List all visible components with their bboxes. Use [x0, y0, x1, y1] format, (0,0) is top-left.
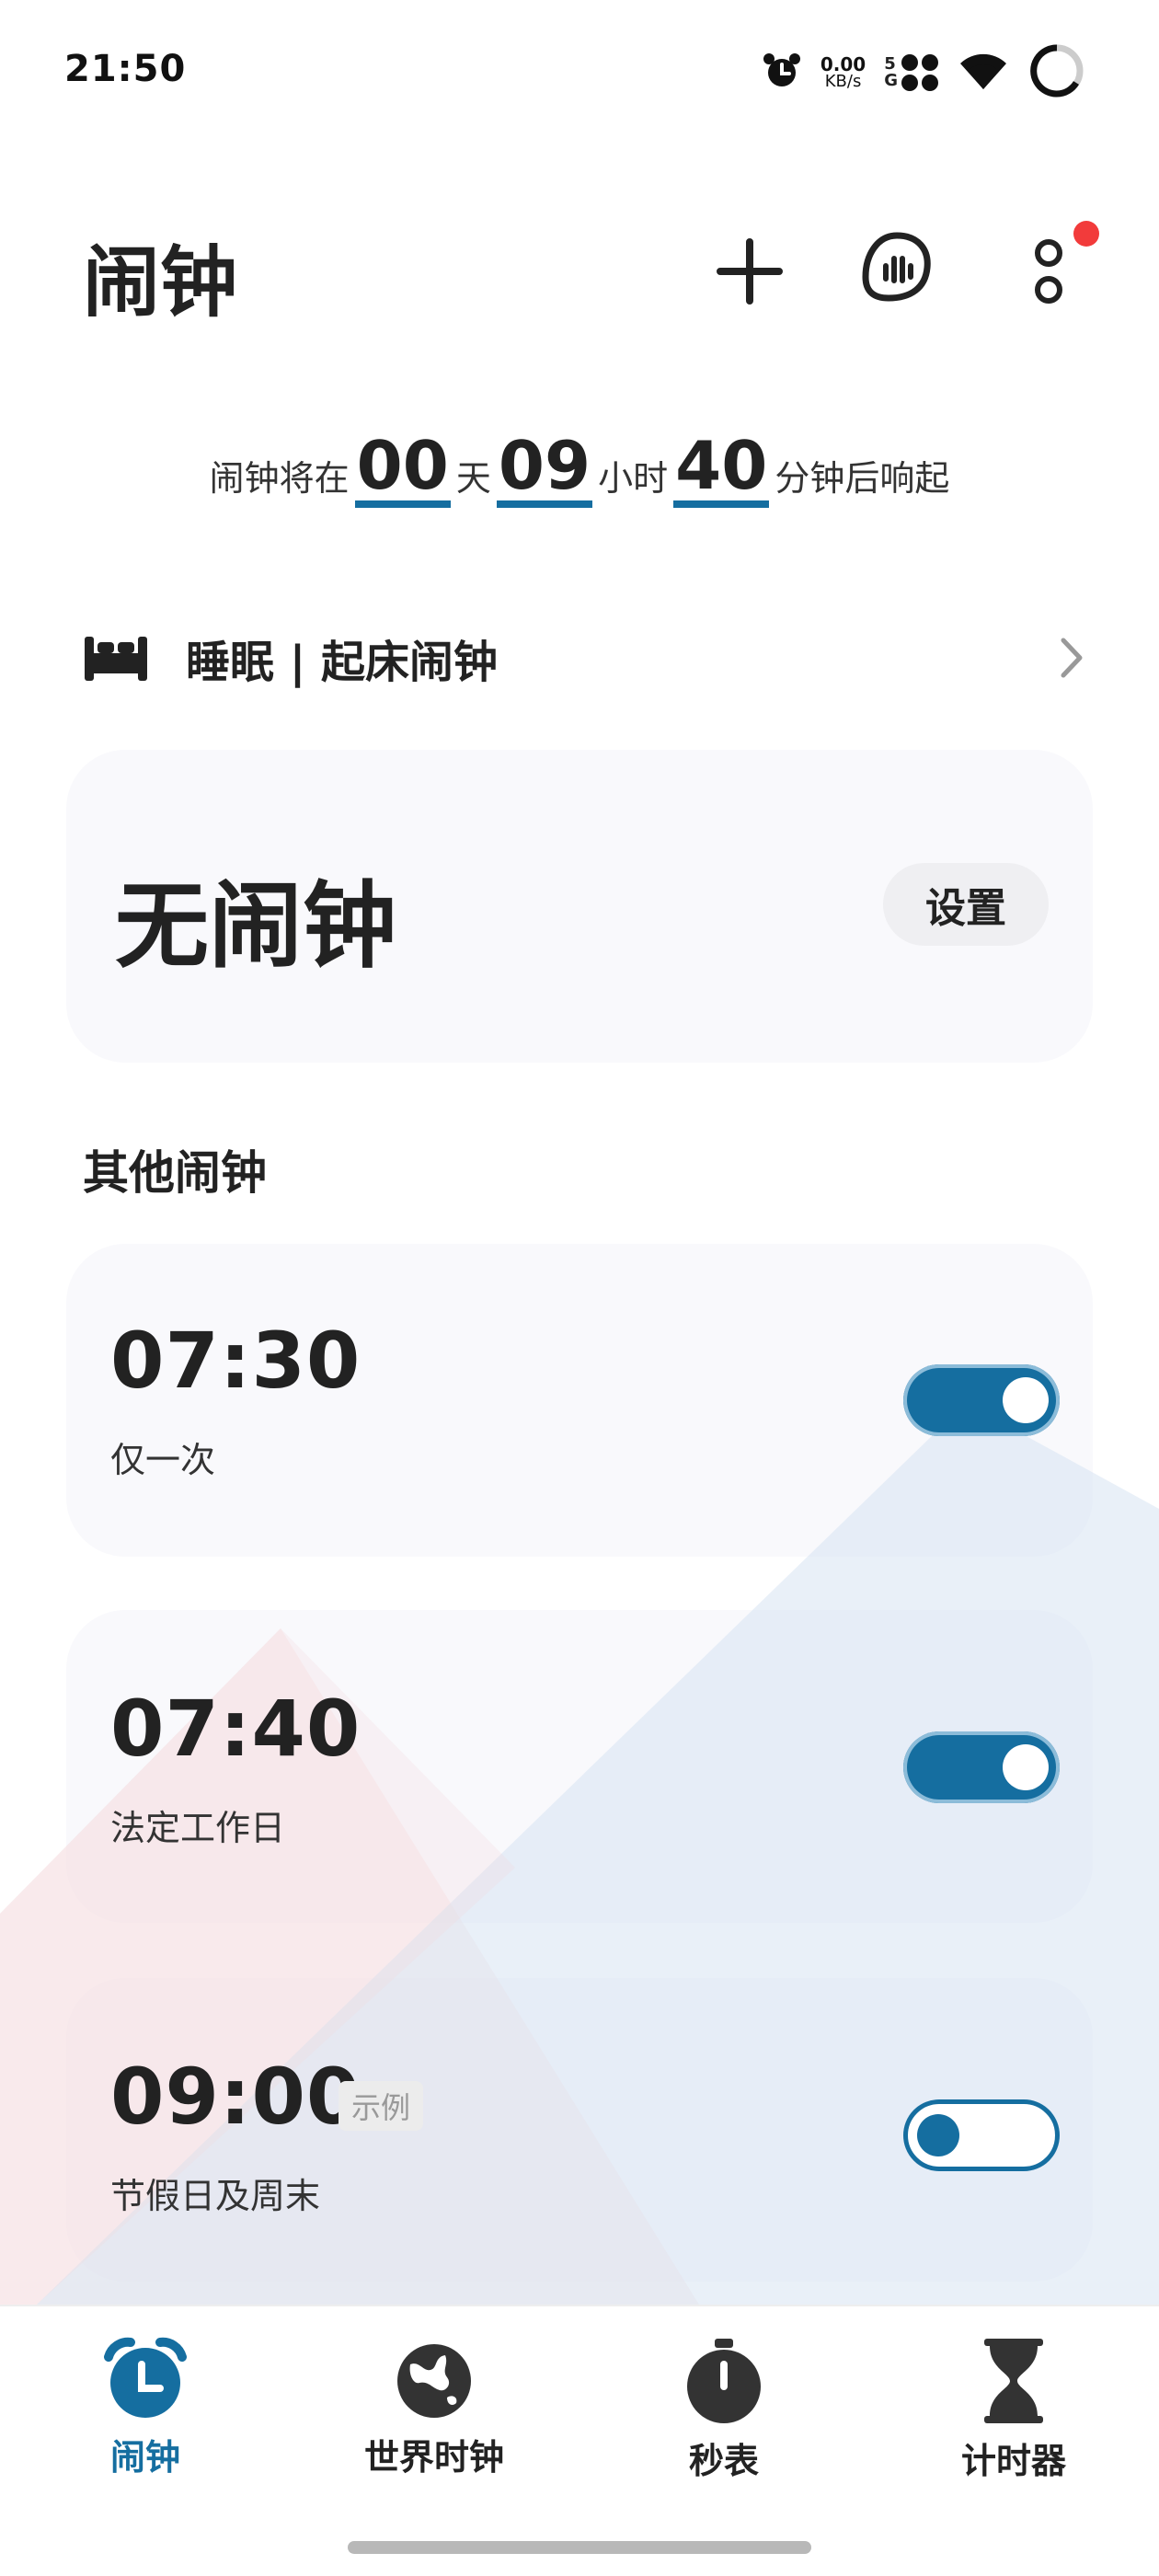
no-alarm-text: 无闹钟 [115, 872, 396, 982]
chevron-right-icon [1061, 638, 1083, 678]
toggle-knob [1003, 1744, 1049, 1790]
alarm-repeat: 节假日及周末 [110, 2176, 321, 2216]
countdown-hours: 09 [496, 432, 593, 508]
sleep-wake-label: 睡眠 | 起床闹钟 [186, 637, 498, 688]
alarm-toggle[interactable] [903, 1731, 1060, 1803]
alarm-icon [762, 51, 802, 95]
sleep-wake-row[interactable]: 睡眠 | 起床闹钟 [83, 616, 1085, 699]
nav-label: 计时器 [960, 2441, 1066, 2481]
nav-world-clock[interactable]: 世界时钟 [324, 2337, 545, 2479]
countdown-suffix: 分钟后响起 [775, 458, 950, 499]
voice-icon [862, 232, 931, 302]
alarm-time: 07:40 [110, 1684, 361, 1774]
nav-alarm[interactable]: 闹钟 [35, 2337, 256, 2479]
status-time: 21:50 [64, 48, 187, 90]
alarm-repeat: 法定工作日 [110, 1808, 286, 1848]
notification-dot [1073, 221, 1099, 247]
nav-label: 秒表 [688, 2441, 759, 2481]
signal-icon: 5G [884, 54, 938, 91]
countdown-prefix: 闹钟将在 [209, 458, 350, 499]
countdown-minutes: 40 [673, 432, 770, 508]
toggle-knob [917, 2114, 959, 2156]
nav-label: 闹钟 [109, 2437, 180, 2478]
toggle-knob [1003, 1377, 1049, 1423]
add-icon [717, 238, 783, 305]
countdown-days: 00 [354, 432, 451, 508]
add-button[interactable] [704, 225, 796, 317]
alarm-toggle[interactable] [903, 2099, 1060, 2171]
nav-timer[interactable]: 计时器 [903, 2337, 1124, 2483]
section-title-other-alarms: 其他闹钟 [83, 1146, 267, 1200]
nav-label: 世界时钟 [363, 2437, 504, 2478]
example-tag: 示例 [339, 2081, 424, 2131]
stopwatch-icon [687, 2339, 761, 2423]
countdown-days-unit: 天 [455, 458, 491, 499]
hourglass-icon [984, 2339, 1043, 2423]
alarm-countdown: 闹钟将在 00 天 09 小时 40 分钟后响起 [0, 432, 1159, 508]
voice-button[interactable] [851, 221, 943, 313]
status-icons: 0.00 KB/s 5G [762, 40, 1085, 105]
battery-ring-icon [1028, 42, 1085, 103]
alarm-repeat: 仅一次 [110, 1440, 216, 1480]
alarm-clock-icon [104, 2337, 187, 2418]
net-speed: 0.00 KB/s [820, 53, 866, 91]
countdown-hours-unit: 小时 [598, 458, 669, 499]
wifi-icon [957, 51, 1010, 95]
page-title: 闹钟 [83, 237, 238, 328]
more-icon [1035, 239, 1062, 304]
home-indicator[interactable] [348, 2541, 811, 2554]
bed-icon [85, 637, 147, 681]
alarm-toggle[interactable] [903, 1364, 1060, 1436]
alarm-time: 07:30 [110, 1316, 361, 1406]
set-button[interactable]: 设置 [883, 863, 1049, 946]
nav-stopwatch[interactable]: 秒表 [614, 2337, 834, 2483]
globe-icon [397, 2344, 471, 2418]
alarm-time: 09:00 [110, 2052, 361, 2142]
